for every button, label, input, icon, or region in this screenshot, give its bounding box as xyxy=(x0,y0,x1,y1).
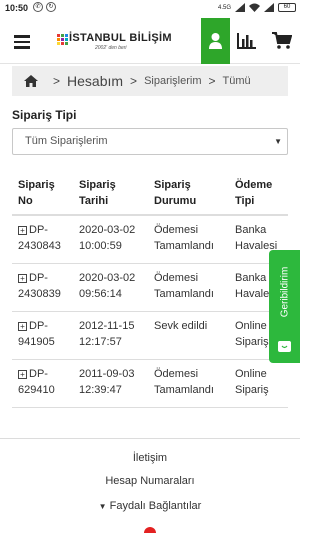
logo-text: İSTANBUL BİLİŞİM xyxy=(69,32,172,44)
order-no-cell: + DP- 941905 xyxy=(18,320,55,348)
order-date-cell: 2012-11-15 12:17:57 xyxy=(79,320,135,348)
sync-icon: ↻ xyxy=(46,2,56,12)
useful-links-label: Faydalı Bağlantılar xyxy=(109,500,202,512)
footer-link-useful-links[interactable]: ▼ Faydalı Bağlantılar xyxy=(0,500,300,512)
menu-icon[interactable] xyxy=(14,35,30,49)
order-type-value: Tüm Siparişlerim xyxy=(25,135,108,147)
logo-mark-icon xyxy=(57,34,68,45)
compare-button[interactable] xyxy=(236,31,258,51)
order-no-cell: + DP- 2430839 xyxy=(18,272,61,300)
header-order-no: Sipariş No xyxy=(18,179,55,207)
bar-chart-icon xyxy=(237,33,256,49)
order-status-cell: Sevk edildi xyxy=(154,320,208,332)
order-date-cell: 2020-03-02 09:56:14 xyxy=(79,272,136,300)
order-date-cell: 2011-09-03 12:39:47 xyxy=(79,368,135,396)
signal-icon xyxy=(264,3,274,12)
breadcrumb: > Hesabım > Siparişlerim > Tümü xyxy=(12,66,288,96)
header: İSTANBUL BİLİŞİM 2002' den beri xyxy=(0,18,300,64)
user-icon xyxy=(209,33,222,49)
header-order-status: Sipariş Durumu xyxy=(154,179,197,207)
wifi-icon xyxy=(249,3,260,12)
order-status-cell: Ödemesi Tamamlandı xyxy=(154,368,214,396)
feedback-label: Geribildirim xyxy=(279,266,291,318)
notification-icons: ✆ ↻ xyxy=(33,2,56,12)
footer-link-bank-accounts[interactable]: Hesap Numaraları xyxy=(0,475,300,487)
order-status-cell: Ödemesi Tamamlandı xyxy=(154,224,214,252)
logo-tagline: 2002' den beri xyxy=(95,45,127,51)
cart-icon xyxy=(272,32,293,49)
orders-table: Sipariş No Sipariş Tarihi Sipariş Durumu Öd… xyxy=(12,169,288,408)
caret-down-icon: ▼ xyxy=(98,502,107,511)
footer-link-contact[interactable]: İletişim xyxy=(0,452,300,464)
status-time: 10:50 xyxy=(5,3,29,13)
table-row[interactable]: + DP- 2430843 2020-03-02 10:00:59 Ödemesi Ta… xyxy=(12,216,288,264)
cart-button[interactable] xyxy=(272,32,293,50)
table-row[interactable]: + DP- 941905 2012-11-15 12:17:57 Sevk edild… xyxy=(12,312,288,360)
order-date-cell: 2020-03-02 10:00:59 xyxy=(79,224,136,252)
breadcrumb-all: Tümü xyxy=(222,75,251,87)
breadcrumb-account[interactable]: Hesabım xyxy=(67,73,123,89)
battery-icon: 60 xyxy=(278,3,296,12)
expand-icon[interactable]: + xyxy=(18,226,27,235)
order-type-select[interactable]: Tüm Siparişlerim ▼ xyxy=(12,128,288,155)
table-row[interactable]: + DP- 2430839 2020-03-02 09:56:14 Ödemesi Ta… xyxy=(12,264,288,312)
expand-icon[interactable]: + xyxy=(18,274,27,283)
phone-icon xyxy=(144,527,156,533)
expand-icon[interactable]: + xyxy=(18,322,27,331)
footer-divider xyxy=(0,438,300,439)
header-order-date: Sipariş Tarihi xyxy=(79,179,116,207)
account-button[interactable] xyxy=(201,18,230,64)
whatsapp-icon: ✆ xyxy=(33,2,43,12)
breadcrumb-orders[interactable]: Siparişlerim xyxy=(144,75,201,87)
status-right: 4.5G 60 xyxy=(218,3,296,12)
order-status-cell: Ödemesi Tamamlandı xyxy=(154,272,214,300)
chat-smile-icon xyxy=(278,341,291,352)
feedback-tab[interactable]: Geribildirim xyxy=(269,250,300,363)
order-no-cell: + DP- 2430843 xyxy=(18,224,61,252)
header-payment-type: Ödeme Tipi xyxy=(235,179,273,207)
table-header: Sipariş No Sipariş Tarihi Sipariş Durumu Öd… xyxy=(12,169,288,216)
breadcrumb-separator: > xyxy=(208,74,216,88)
breadcrumb-separator: > xyxy=(130,74,138,88)
payment-type-cell: Online Sipariş xyxy=(235,368,269,396)
caret-down-icon: ▼ xyxy=(274,137,282,146)
signal-icon xyxy=(235,3,245,12)
footer-phone-partial xyxy=(0,526,300,533)
order-type-label: Sipariş Tipi xyxy=(12,108,77,122)
breadcrumb-separator: > xyxy=(53,74,61,88)
table-row[interactable]: + DP- 629410 2011-09-03 12:39:47 Ödemesi Tam… xyxy=(12,360,288,408)
expand-icon[interactable]: + xyxy=(18,370,27,379)
network-label: 4.5G xyxy=(217,4,231,11)
status-bar: 10:50 ✆ ↻ 4.5G 60 xyxy=(0,0,300,18)
order-no-cell: + DP- 629410 xyxy=(18,368,55,396)
home-icon[interactable] xyxy=(24,75,38,87)
